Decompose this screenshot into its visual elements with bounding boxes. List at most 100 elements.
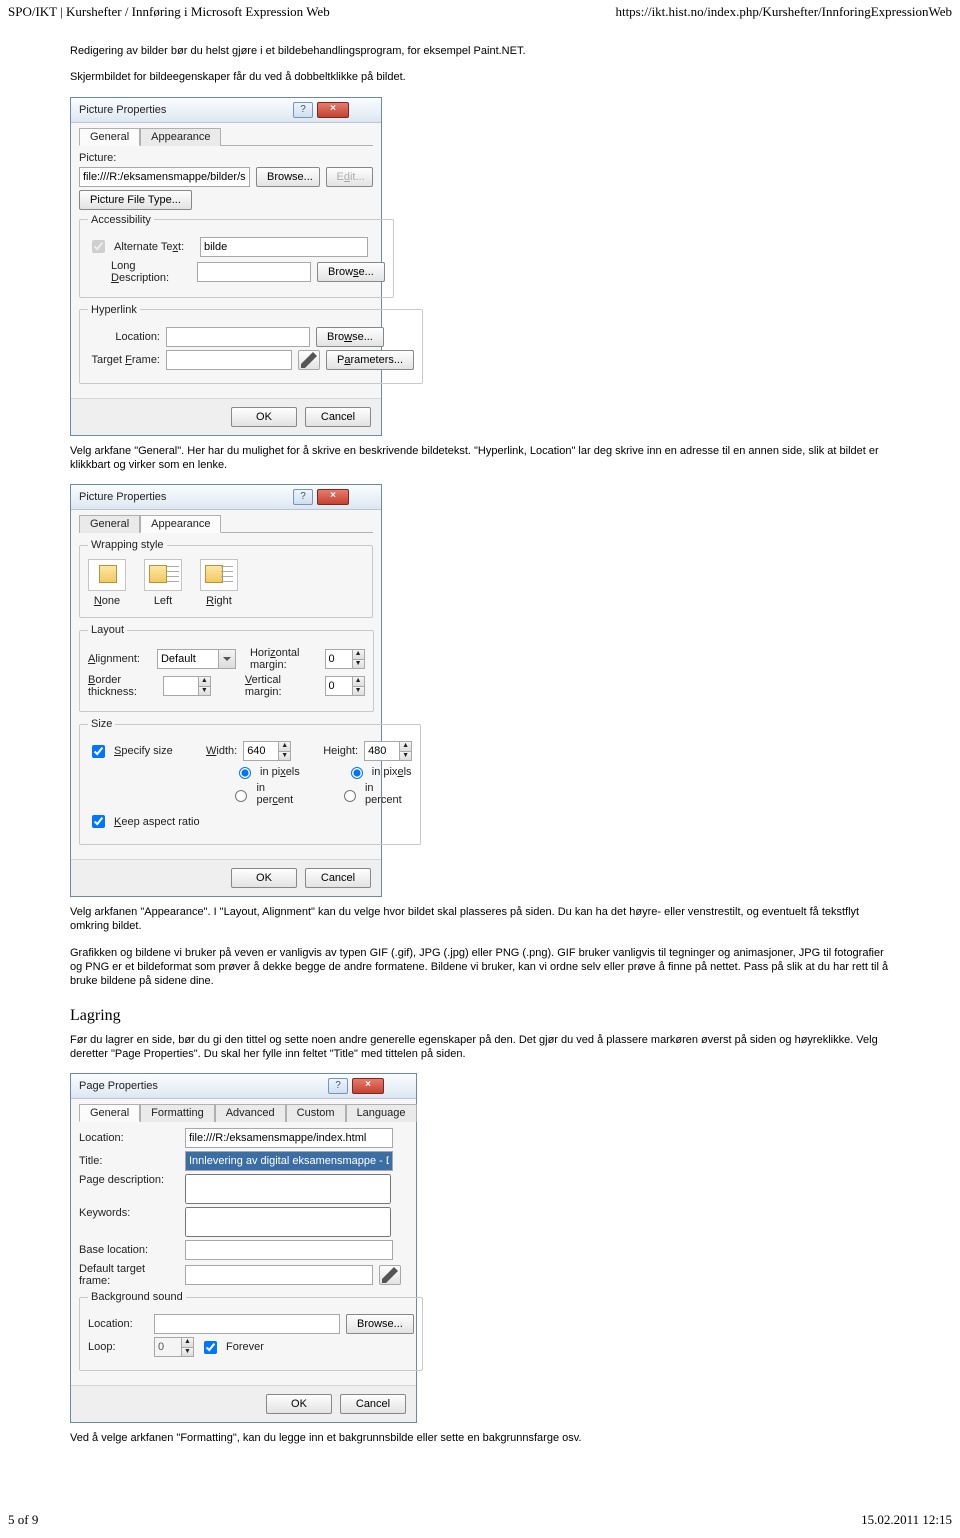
- cancel-button[interactable]: Cancel: [305, 868, 371, 888]
- hmargin-spinner[interactable]: ▲▼: [325, 649, 365, 669]
- longdesc-label: Long Description:: [111, 260, 191, 284]
- layout-legend: Layout: [88, 624, 127, 636]
- tabstrip: General Appearance: [79, 514, 373, 533]
- ok-button[interactable]: OK: [231, 868, 297, 888]
- base-location-input[interactable]: [185, 1240, 393, 1260]
- layout-group: Layout Alignment: Horizontal margin: ▲▼ …: [79, 624, 374, 712]
- loop-spinner[interactable]: ▲▼: [154, 1337, 194, 1357]
- edit-picture-button[interactable]: Edit...: [326, 167, 373, 187]
- paragraph-2: Skjermbildet for bildeegenskaper får du …: [70, 70, 890, 84]
- wrap-left-label: Left: [154, 595, 172, 607]
- border-label: Border thickness:: [88, 674, 157, 698]
- browse-picture-button[interactable]: Browse...: [256, 167, 320, 187]
- page-header: SPO/IKT | Kurshefter / Innføring i Micro…: [0, 0, 960, 24]
- browse-longdesc-button[interactable]: Browse...: [317, 262, 385, 282]
- specify-size-label: Specify size: [114, 745, 200, 757]
- browse-hyperlink-button[interactable]: Browse...: [316, 327, 384, 347]
- tab-appearance[interactable]: Appearance: [140, 128, 221, 146]
- longdesc-input[interactable]: [197, 262, 311, 282]
- keep-aspect-checkbox[interactable]: [92, 815, 105, 828]
- target-frame-picker-button[interactable]: [379, 1265, 401, 1285]
- height-value[interactable]: [365, 742, 399, 760]
- width-value[interactable]: [244, 742, 278, 760]
- picture-properties-general-dialog: Picture Properties ? × General Appearanc…: [70, 97, 382, 436]
- picture-path-input[interactable]: [79, 167, 250, 187]
- alt-text-checkbox[interactable]: [92, 240, 105, 253]
- title-input[interactable]: [185, 1151, 393, 1171]
- close-icon[interactable]: ×: [317, 102, 349, 118]
- height-spinner[interactable]: ▲▼: [364, 741, 412, 761]
- help-icon[interactable]: ?: [328, 1078, 348, 1094]
- tab-general[interactable]: General: [79, 128, 140, 146]
- default-target-input[interactable]: [185, 1265, 373, 1285]
- tab-general[interactable]: General: [79, 515, 140, 533]
- wrap-right-option[interactable]: Right: [200, 559, 238, 607]
- bgsound-location-input[interactable]: [154, 1314, 340, 1334]
- dialog-title: Picture Properties: [79, 104, 166, 116]
- location-label: Location:: [79, 1132, 179, 1144]
- tab-advanced[interactable]: Advanced: [215, 1104, 286, 1122]
- page-number: 5 of 9: [8, 1512, 38, 1528]
- width-pixels-label: in pixels: [260, 766, 300, 778]
- ok-button[interactable]: OK: [231, 407, 297, 427]
- keywords-label: Keywords:: [79, 1207, 179, 1219]
- tabstrip: General Appearance: [79, 127, 373, 146]
- width-pixels-radio[interactable]: [239, 767, 251, 779]
- tab-custom[interactable]: Custom: [286, 1104, 346, 1122]
- location-label: Location:: [88, 331, 160, 343]
- alignment-select[interactable]: [157, 649, 236, 669]
- help-icon[interactable]: ?: [293, 102, 313, 118]
- height-percent-radio[interactable]: [344, 790, 356, 802]
- wrap-left-option[interactable]: Left: [144, 559, 182, 607]
- dialog-title: Picture Properties: [79, 491, 166, 503]
- hmargin-value[interactable]: [326, 650, 352, 668]
- border-value[interactable]: [164, 677, 198, 695]
- border-spinner[interactable]: ▲▼: [163, 676, 211, 696]
- help-icon[interactable]: ?: [293, 489, 313, 505]
- location-input: [185, 1128, 393, 1148]
- target-frame-picker-button[interactable]: [298, 350, 320, 370]
- tab-formatting[interactable]: Formatting: [140, 1104, 215, 1122]
- header-left: SPO/IKT | Kurshefter / Innføring i Micro…: [8, 4, 330, 20]
- vmargin-spinner[interactable]: ▲▼: [325, 676, 365, 696]
- close-icon[interactable]: ×: [352, 1078, 384, 1094]
- wrap-none-icon: [88, 559, 126, 591]
- default-target-label: Default target frame:: [79, 1263, 179, 1287]
- hyperlink-location-input[interactable]: [166, 327, 310, 347]
- browse-sound-button[interactable]: Browse...: [346, 1314, 414, 1334]
- target-frame-input[interactable]: [166, 350, 292, 370]
- dialog-title: Page Properties: [79, 1080, 158, 1092]
- tab-general[interactable]: General: [79, 1104, 140, 1122]
- dialog-titlebar: Picture Properties ? ×: [71, 98, 381, 123]
- wrap-left-icon: [144, 559, 182, 591]
- keep-aspect-label: Keep aspect ratio: [114, 816, 200, 828]
- background-sound-legend: Background sound: [88, 1291, 186, 1303]
- width-spinner[interactable]: ▲▼: [243, 741, 291, 761]
- picture-file-type-button[interactable]: Picture File Type...: [79, 190, 192, 210]
- paragraph-3: Velg arkfane "General". Her har du mulig…: [70, 444, 890, 473]
- page-description-input[interactable]: [185, 1174, 391, 1204]
- tab-language[interactable]: Language: [346, 1104, 417, 1122]
- tab-appearance[interactable]: Appearance: [140, 515, 221, 533]
- page-properties-dialog: Page Properties ? × General Formatting A…: [70, 1073, 417, 1423]
- width-percent-radio[interactable]: [235, 790, 247, 802]
- specify-size-checkbox[interactable]: [92, 745, 105, 758]
- vmargin-label: Vertical margin:: [245, 674, 309, 698]
- forever-checkbox[interactable]: [204, 1341, 217, 1354]
- wrapping-style-legend: Wrapping style: [88, 539, 167, 551]
- height-pixels-radio[interactable]: [351, 767, 363, 779]
- alt-text-input[interactable]: [200, 237, 368, 257]
- wrap-right-label: Right: [206, 595, 232, 607]
- height-pixels-label: in pixels: [372, 766, 412, 778]
- cancel-button[interactable]: Cancel: [305, 407, 371, 427]
- background-sound-group: Background sound Location: Browse... Loo…: [79, 1291, 423, 1371]
- wrap-none-option[interactable]: None: [88, 559, 126, 607]
- close-icon[interactable]: ×: [317, 489, 349, 505]
- parameters-button[interactable]: Parameters...: [326, 350, 414, 370]
- vmargin-value[interactable]: [326, 677, 352, 695]
- height-label: Height:: [323, 745, 358, 757]
- ok-button[interactable]: OK: [266, 1394, 332, 1414]
- accessibility-legend: Accessibility: [88, 214, 154, 226]
- cancel-button[interactable]: Cancel: [340, 1394, 406, 1414]
- keywords-input[interactable]: [185, 1207, 391, 1237]
